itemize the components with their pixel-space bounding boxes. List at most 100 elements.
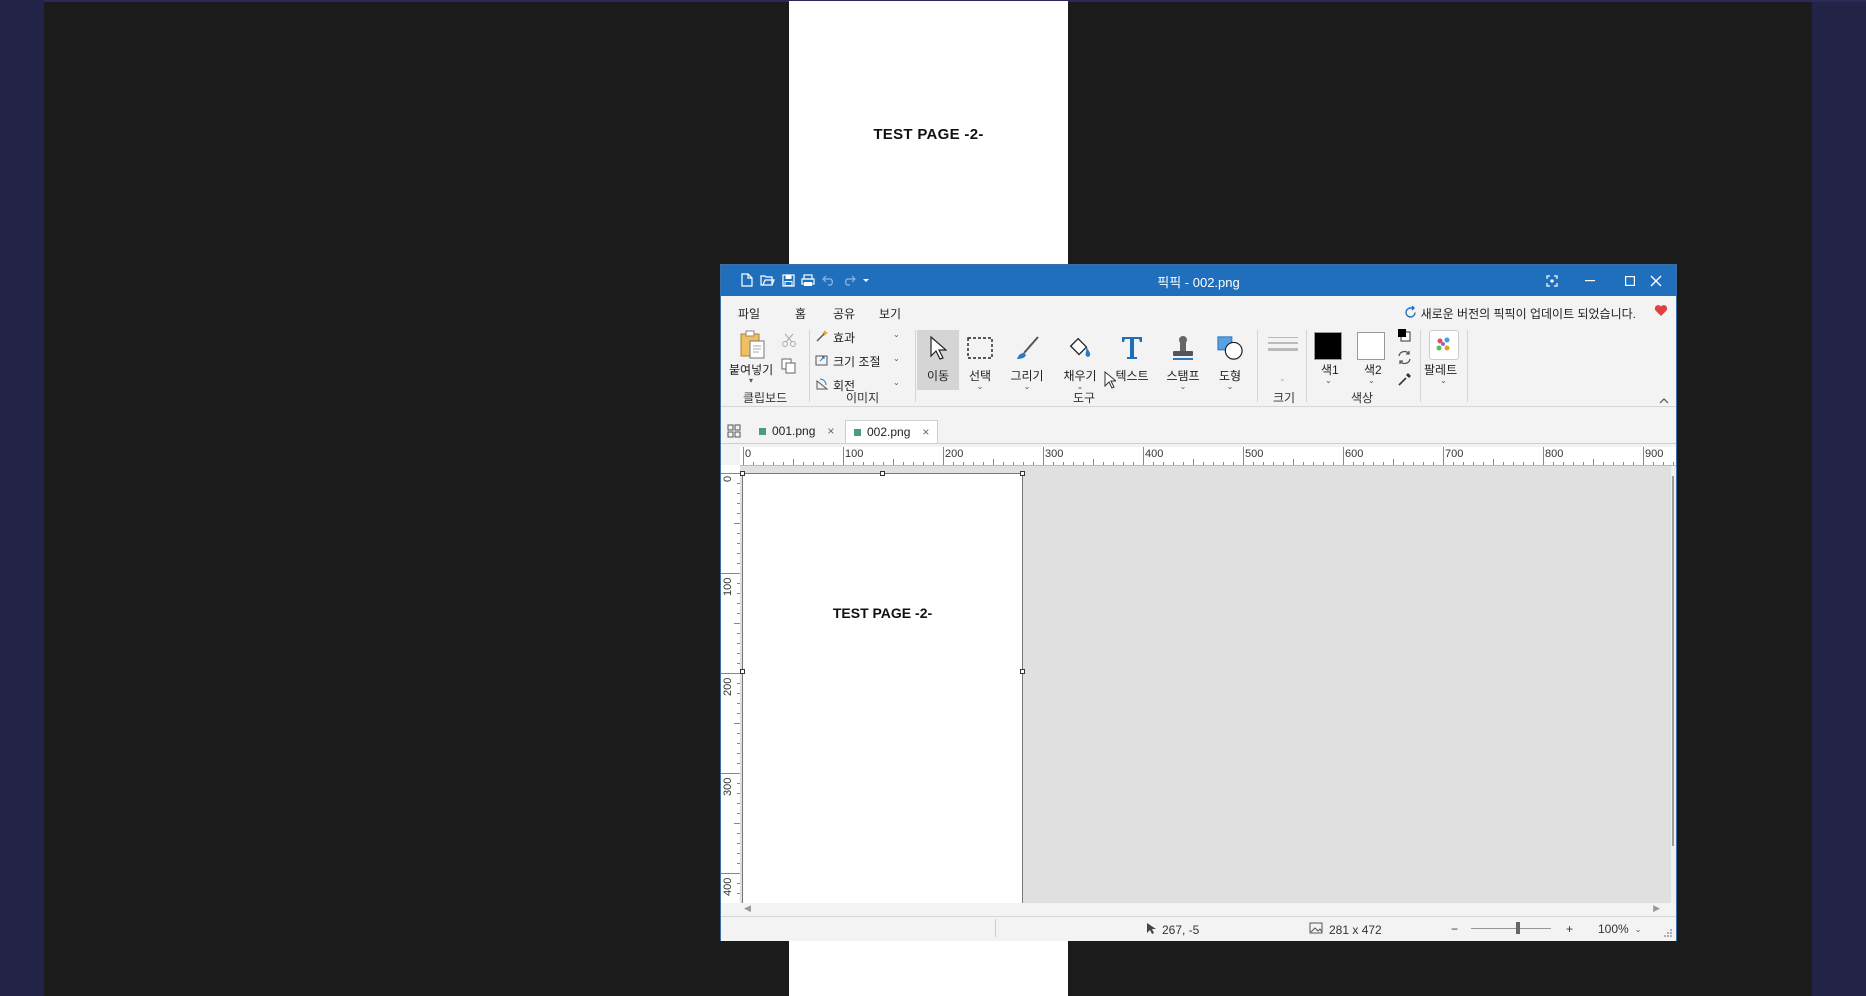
- zoom-slider[interactable]: [1471, 928, 1551, 929]
- zoom-out-icon[interactable]: −: [1451, 922, 1458, 936]
- ruler-tick: [1333, 462, 1334, 465]
- image-size: 281 x 472: [1309, 922, 1382, 937]
- ruler-tick: [1143, 447, 1144, 465]
- stamp-tool-button[interactable]: 스탬프 ⌄: [1164, 330, 1202, 391]
- status-separator: [995, 919, 996, 937]
- ruler-tick: [1323, 462, 1324, 465]
- move-tool-button[interactable]: 이동: [917, 330, 959, 390]
- vertical-scrollbar[interactable]: [1671, 466, 1676, 903]
- color1-button[interactable]: 색1 ⌄: [1311, 328, 1347, 388]
- ruler-label: 200: [945, 448, 964, 460]
- background-page-text: TEST PAGE -2-: [873, 126, 984, 143]
- menu-file[interactable]: 파일: [738, 305, 760, 322]
- ruler-tick: [1613, 462, 1614, 465]
- color1-swatch: [1314, 332, 1342, 360]
- picpick-window: 픽픽 - 002.png 파일 홈 공유 보기 새로운 버전의 픽픽이 업데이트…: [720, 264, 1677, 941]
- ruler-tick: [1603, 462, 1604, 465]
- ribbon-separator: [1467, 330, 1468, 402]
- heart-icon[interactable]: [1654, 304, 1668, 322]
- ruler-tick: [983, 462, 984, 465]
- color2-button[interactable]: 색2 ⌄: [1354, 328, 1390, 388]
- ruler-label: 400: [722, 877, 734, 896]
- ruler-tick: [1193, 459, 1194, 465]
- horizontal-scrollbar[interactable]: ◀ ▶: [740, 903, 1676, 915]
- ruler-tick: [863, 462, 864, 465]
- resize-handle[interactable]: [740, 669, 745, 674]
- pointer-icon: [925, 334, 951, 362]
- ruler-tick: [963, 462, 964, 465]
- ruler-tick: [1083, 462, 1084, 465]
- rotate-icon: [815, 377, 829, 396]
- ruler-tick: [883, 462, 884, 465]
- tab-close-icon[interactable]: ×: [922, 425, 929, 439]
- shape-tool-button[interactable]: 도형 ⌄: [1211, 330, 1249, 391]
- tab-close-icon[interactable]: ×: [827, 424, 834, 438]
- ruler-tick: [1423, 462, 1424, 465]
- ruler-tick: [1013, 462, 1014, 465]
- editor-canvas[interactable]: TEST PAGE -2-: [740, 466, 1671, 903]
- ruler-tick: [1433, 462, 1434, 465]
- text-tool-button[interactable]: 텍스트: [1113, 330, 1151, 390]
- ruler-corner: [721, 447, 740, 465]
- minimize-button[interactable]: [1570, 265, 1610, 296]
- document-tab-active[interactable]: 002.png ×: [845, 420, 939, 443]
- ruler-tick: [1133, 462, 1134, 465]
- zoom-in-icon[interactable]: +: [1566, 922, 1573, 936]
- tab-label: 002.png: [867, 425, 911, 439]
- line-size-button[interactable]: ⌄: [1261, 328, 1303, 386]
- resize-handle[interactable]: [880, 471, 885, 476]
- update-notice[interactable]: 새로운 버전의 픽픽이 업데이트 되었습니다.: [1404, 305, 1636, 322]
- ruler-tick: [743, 447, 744, 465]
- resize-handle[interactable]: [1020, 471, 1025, 476]
- zoom-slider-thumb[interactable]: [1516, 922, 1520, 934]
- capture-icon[interactable]: [1537, 265, 1567, 296]
- ruler-tick: [1653, 462, 1654, 465]
- ruler-tick: [1533, 462, 1534, 465]
- ruler-tick: [1123, 462, 1124, 465]
- paste-button[interactable]: 붙여넣기 ▾: [729, 328, 777, 386]
- fill-tool-button[interactable]: 채우기 ⌄: [1061, 330, 1099, 391]
- ribbon-separator: [915, 330, 916, 402]
- scrollbar-thumb[interactable]: [1672, 476, 1674, 846]
- ruler-tick: [1093, 459, 1094, 465]
- collapse-ribbon-icon[interactable]: [1659, 392, 1669, 410]
- zoom-level-dropdown[interactable]: 100% ⌄: [1598, 922, 1641, 936]
- menu-share[interactable]: 공유: [833, 305, 855, 322]
- cut-icon[interactable]: [781, 332, 797, 353]
- zoom-dropdown-icon: ⌄: [1634, 924, 1642, 934]
- ruler-tick: [1353, 462, 1354, 465]
- title-bar[interactable]: 픽픽 - 002.png: [721, 265, 1676, 296]
- menu-view[interactable]: 보기: [879, 305, 901, 322]
- paste-dropdown-icon: ▾: [749, 376, 754, 385]
- document-tab[interactable]: 001.png ×: [751, 420, 842, 442]
- palette-icon: [1429, 330, 1459, 360]
- ruler-tick: [823, 462, 824, 465]
- ruler-tick: [993, 459, 994, 465]
- ruler-tick: [1633, 462, 1634, 465]
- image-size-icon: [1309, 922, 1323, 937]
- ruler-tick: [1503, 462, 1504, 465]
- desktop-edge-right: [1812, 0, 1866, 996]
- resize-button[interactable]: 크기 조절 ⌄: [815, 351, 900, 371]
- eyedropper-icon[interactable]: [1397, 372, 1412, 392]
- tab-grid-icon[interactable]: [727, 424, 741, 443]
- status-bar: 267, -5 281 x 472 − + 100% ⌄: [721, 916, 1676, 941]
- resize-grip-icon[interactable]: [1664, 927, 1673, 941]
- resize-handle[interactable]: [1020, 669, 1025, 674]
- clipboard-icon: [739, 330, 767, 365]
- draw-tool-button[interactable]: 그리기 ⌄: [1008, 330, 1046, 391]
- image-document[interactable]: TEST PAGE -2-: [742, 473, 1023, 903]
- zoom-level-text: 100%: [1598, 922, 1629, 936]
- effects-button[interactable]: 효과 ⌄: [815, 327, 900, 347]
- scroll-left-arrow-icon[interactable]: ◀: [744, 903, 751, 914]
- palette-button[interactable]: 팔레트 ⌄: [1424, 328, 1464, 388]
- ruler-tick: [1343, 447, 1344, 465]
- effects-label: 효과: [833, 331, 856, 345]
- copy-icon[interactable]: [781, 358, 797, 379]
- swap-colors-icon[interactable]: [1397, 350, 1412, 370]
- select-tool-button[interactable]: 선택 ⌄: [961, 330, 999, 391]
- close-button[interactable]: [1636, 265, 1676, 296]
- default-colors-icon[interactable]: [1397, 328, 1411, 347]
- resize-handle[interactable]: [740, 471, 745, 476]
- scroll-right-arrow-icon[interactable]: ▶: [1653, 903, 1660, 914]
